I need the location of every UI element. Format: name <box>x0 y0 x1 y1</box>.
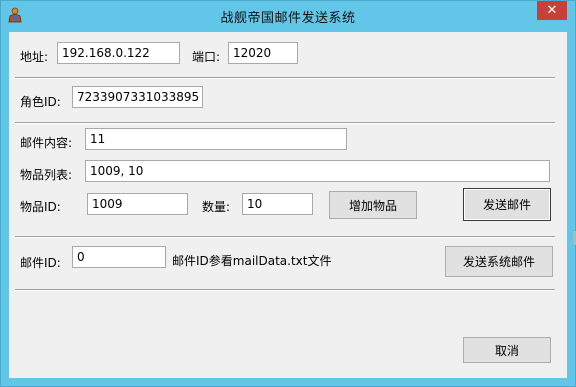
send-mail-button[interactable]: 发送邮件 <box>463 188 551 221</box>
address-label: 地址: <box>20 50 49 64</box>
client-area: 地址: 端口: 角色ID: 邮件内容: 物品列表: 物品ID: 数量: 增加物品… <box>9 32 567 378</box>
title-bar[interactable]: 战舰帝国邮件发送系统 ✕ <box>1 1 575 31</box>
cancel-button[interactable]: 取消 <box>463 337 551 363</box>
mail-content-input[interactable] <box>85 128 347 150</box>
send-system-mail-button[interactable]: 发送系统邮件 <box>445 246 553 277</box>
mail-id-hint: 邮件ID参看mailData.txt文件 <box>172 254 332 268</box>
window-title: 战舰帝国邮件发送系统 <box>220 11 356 26</box>
main-window: 战舰帝国邮件发送系统 ✕ 地址: 端口: 角色ID: 邮件内容: 物品列表: 物… <box>0 0 576 387</box>
separator-3 <box>15 236 555 238</box>
mail-id-label: 邮件ID: <box>20 256 61 270</box>
role-id-input[interactable] <box>72 86 203 108</box>
separator-1 <box>15 77 555 79</box>
close-button[interactable]: ✕ <box>537 1 567 20</box>
port-input[interactable] <box>228 42 298 64</box>
mail-id-input[interactable] <box>72 246 166 268</box>
item-id-input[interactable] <box>87 193 188 215</box>
mail-content-label: 邮件内容: <box>20 136 73 150</box>
separator-4 <box>15 289 555 291</box>
role-id-label: 角色ID: <box>20 95 61 109</box>
item-list-input[interactable] <box>85 160 550 182</box>
item-list-label: 物品列表: <box>20 168 73 182</box>
quantity-label: 数量: <box>202 200 231 214</box>
close-icon: ✕ <box>546 3 558 18</box>
port-label: 端口: <box>192 50 221 64</box>
item-id-label: 物品ID: <box>20 200 61 214</box>
add-item-button[interactable]: 增加物品 <box>329 191 417 219</box>
quantity-input[interactable] <box>242 193 313 215</box>
separator-2 <box>15 122 555 124</box>
address-input[interactable] <box>57 42 180 64</box>
